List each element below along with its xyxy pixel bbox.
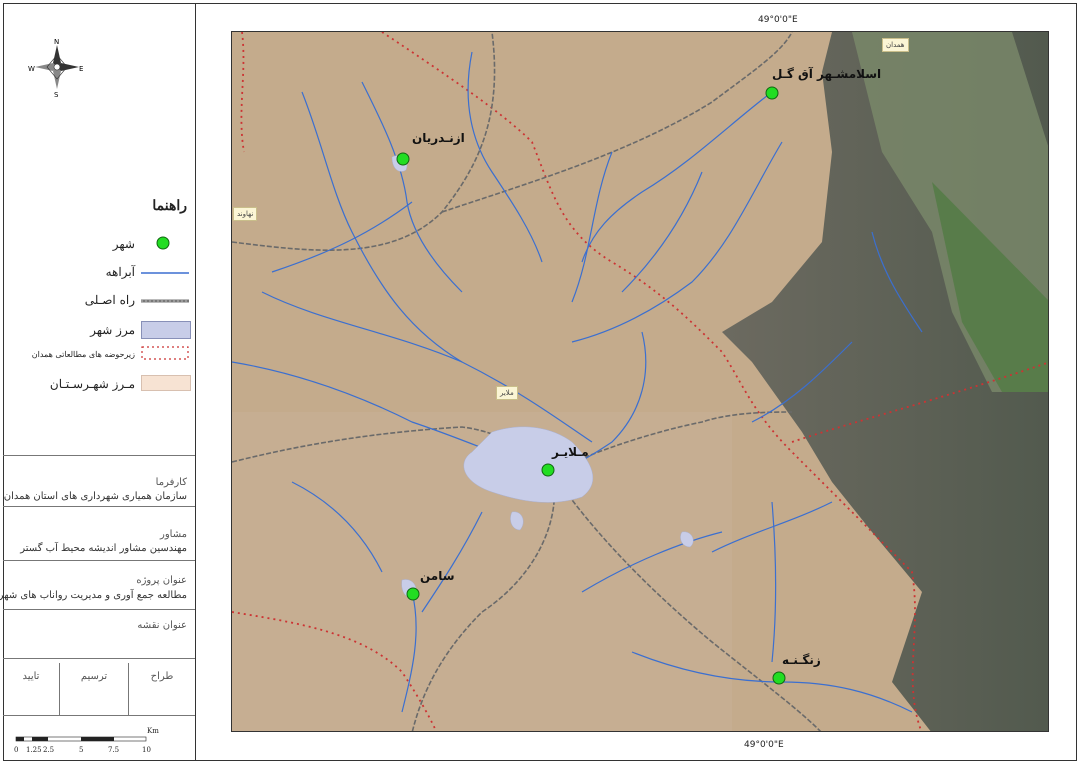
city-label-islamshahr: اسلامشـهر آق گـل bbox=[772, 66, 881, 81]
scale-tick-1: 1.25 bbox=[26, 746, 42, 754]
graticule-top-label: 49°0'0"E bbox=[758, 15, 798, 25]
client-label: کارفرما bbox=[155, 477, 187, 488]
city-dot-islamshahr bbox=[765, 86, 779, 100]
map-title-label: عنوان نقشه bbox=[137, 620, 187, 631]
legend-label-city: شهر bbox=[112, 237, 135, 251]
consultant-label: مشاور bbox=[160, 529, 187, 540]
city-label-zangeneh: زنگـنـه bbox=[782, 653, 821, 667]
city-dot-samen bbox=[406, 587, 420, 601]
scale-tick-4: 7.5 bbox=[108, 746, 119, 754]
scale-bar: Km 0 1.25 2.5 5 7.5 10 bbox=[12, 725, 192, 755]
approver-cell: تایید bbox=[3, 663, 60, 715]
stream-line-icon bbox=[141, 272, 189, 274]
south-letter: S bbox=[54, 91, 59, 97]
north-arrow-section: N S E W bbox=[3, 3, 195, 188]
map-tag-nahavand: نهاوند bbox=[233, 207, 258, 221]
scale-tick-5: 10 bbox=[142, 746, 151, 754]
scale-tick-3: 5 bbox=[79, 746, 83, 754]
subbasin-boundary-icon bbox=[141, 346, 189, 360]
divider-4 bbox=[3, 609, 195, 610]
city-label-malayer: مـلایـر bbox=[551, 445, 589, 459]
scale-unit: Km bbox=[147, 727, 159, 735]
scale-tick-2: 2.5 bbox=[43, 746, 54, 754]
city-label-azandaryan: ازنـدریان bbox=[412, 131, 465, 145]
drafter-cell: ترسیم bbox=[60, 663, 129, 715]
legend-label-subbasin: زیرحوضه های مطالعاتی همدان bbox=[31, 350, 135, 359]
client-value: سازمان همیاری شهرداری های استان همدان bbox=[3, 491, 187, 502]
north-arrow-icon: N S E W bbox=[28, 38, 83, 97]
north-letter: N bbox=[54, 38, 59, 46]
city-dot-malayer bbox=[541, 463, 555, 477]
map-svg: ازنـدریان اسلامشـهر آق گـل مـلایـر سامن … bbox=[232, 32, 1048, 731]
city-boundary-swatch bbox=[141, 321, 191, 339]
scale-tick-0: 0 bbox=[14, 746, 18, 754]
map-tag-malayer: ملایر bbox=[496, 386, 518, 400]
county-boundary-swatch bbox=[141, 375, 191, 391]
project-label: عنوان پروژه bbox=[136, 575, 187, 586]
consultant-value: مهندسین مشاور اندیشه محیط آب گستر bbox=[20, 543, 187, 554]
city-dot-zangeneh bbox=[772, 671, 786, 685]
legend-label-county: مـرز شهـرسـتـان bbox=[49, 377, 135, 391]
west-letter: W bbox=[28, 65, 35, 73]
map-canvas[interactable]: ازنـدریان اسلامشـهر آق گـل مـلایـر سامن … bbox=[231, 31, 1049, 732]
project-value: مطالعه جمع آوری و مدیریت رواناب های شهری bbox=[0, 590, 187, 601]
scale-bar-graphic: Km 0 1.25 2.5 5 7.5 10 bbox=[14, 727, 159, 754]
legend-title: راهنما bbox=[152, 198, 187, 214]
designer-cell: طراح bbox=[129, 663, 195, 715]
divider-5 bbox=[3, 658, 195, 659]
divider-1 bbox=[3, 455, 195, 456]
drafter-label: ترسیم bbox=[80, 671, 108, 682]
divider-6 bbox=[3, 715, 195, 716]
graticule-bottom-label: 49°0'0"E bbox=[744, 740, 784, 750]
divider-2 bbox=[3, 506, 195, 507]
divider-3 bbox=[3, 560, 195, 561]
map-tag-hamedan: همدان bbox=[882, 38, 909, 52]
approver-label: تایید bbox=[22, 671, 40, 682]
legend-label-city-boundary: مرز شهر bbox=[90, 323, 135, 337]
legend-label-road: راه اصـلی bbox=[84, 293, 135, 307]
designer-label: طراح bbox=[150, 671, 174, 682]
city-dot-icon bbox=[156, 236, 170, 250]
city-dot-azandaryan bbox=[396, 152, 410, 166]
road-line-icon bbox=[141, 299, 189, 303]
legend-label-stream: آبراهه bbox=[105, 265, 135, 279]
sidebar: N S E W راهنما شهر آبراهه راه اصـلی مرز … bbox=[0, 3, 196, 761]
city-label-samen: سامن bbox=[420, 569, 455, 583]
east-letter: E bbox=[79, 65, 83, 73]
